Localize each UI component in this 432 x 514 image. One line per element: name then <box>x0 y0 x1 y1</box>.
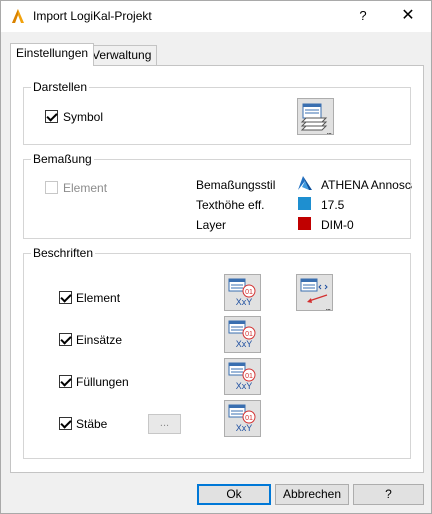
title-bar: Import LogiKal-Projekt ? ✕ <box>1 1 431 32</box>
label-settings-icon: 01 XxY <box>228 362 256 391</box>
element-label-settings-button[interactable]: 01 XxY <box>224 274 261 311</box>
symbol-label: Symbol <box>63 110 104 124</box>
tab-verwaltung[interactable]: Verwaltung <box>86 45 158 66</box>
staebe-label: Stäbe <box>76 417 108 431</box>
app-logo-icon <box>12 9 24 23</box>
group-bemassung: Bemaßung Element Bemaßungsstil ATHENA An… <box>23 152 412 239</box>
close-button[interactable]: ✕ <box>395 5 421 27</box>
label-position-more-dots: ... <box>325 302 330 312</box>
texthoehe-color-swatch <box>298 197 311 210</box>
svg-text:XxY: XxY <box>236 297 253 307</box>
texthoehe-value: 17.5 <box>321 198 345 212</box>
layer-label: Layer <box>196 218 227 232</box>
svg-text:01: 01 <box>245 331 253 338</box>
label-settings-icon: 01 XxY <box>228 320 256 349</box>
staebe-label-settings-button[interactable]: 01 XxY <box>224 400 261 437</box>
label-position-button[interactable]: ... <box>296 274 333 312</box>
texthoehe-label: Texthöhe eff. <box>196 198 265 212</box>
symbol-more-dots: ... <box>326 126 331 136</box>
bemassung-element-label: Element <box>63 181 108 195</box>
bemassungsstil-label: Bemaßungsstil <box>196 178 276 192</box>
einsaetze-label: Einsätze <box>76 333 123 347</box>
svg-text:01: 01 <box>245 373 253 380</box>
fuellungen-label-settings-button[interactable]: 01 XxY <box>224 358 261 395</box>
import-dialog: Import LogiKal-Projekt ? ✕ Einstellungen… <box>0 0 432 514</box>
svg-text:01: 01 <box>245 289 253 296</box>
dimension-style-icon <box>298 176 312 190</box>
fuellungen-checkbox[interactable] <box>59 375 72 388</box>
fuellungen-label: Füllungen <box>76 375 129 389</box>
staebe-more-button[interactable]: ... <box>148 414 181 434</box>
label-settings-icon: 01 XxY <box>228 278 256 307</box>
group-beschriften: Beschriften Element 01 XxY ... Einsätze … <box>23 246 411 459</box>
beschriften-element-label: Element <box>76 291 121 305</box>
einsaetze-label-settings-button[interactable]: 01 XxY <box>224 316 261 353</box>
staebe-checkbox[interactable] <box>59 417 72 430</box>
label-settings-icon: 01 XxY <box>228 404 256 433</box>
bemassungsstil-value: ATHENA Annoscale <box>321 178 412 192</box>
layer-value: DIM-0 <box>321 218 354 232</box>
group-darstellen: Darstellen Symbol ... <box>23 80 411 145</box>
cancel-button[interactable]: Abbrechen <box>275 484 349 505</box>
symbol-settings-button[interactable]: ... <box>297 98 334 136</box>
help-button[interactable]: ? <box>353 484 424 505</box>
einsaetze-checkbox[interactable] <box>59 333 72 346</box>
layer-color-swatch <box>298 217 311 230</box>
group-bemassung-title: Bemaßung <box>31 152 94 166</box>
group-beschriften-title: Beschriften <box>31 246 96 260</box>
group-darstellen-title: Darstellen <box>31 80 90 94</box>
svg-text:01: 01 <box>245 415 253 422</box>
window-title: Import LogiKal-Projekt <box>33 9 152 23</box>
ok-button[interactable]: Ok <box>197 484 271 505</box>
title-help-button[interactable]: ? <box>351 5 375 27</box>
symbol-checkbox[interactable] <box>45 110 58 123</box>
svg-text:XxY: XxY <box>236 423 253 433</box>
svg-text:XxY: XxY <box>236 381 253 391</box>
tab-einstellungen[interactable]: Einstellungen <box>10 43 95 66</box>
tab-panel-einstellungen: Darstellen Symbol ... Bemaßung Element B… <box>10 65 424 473</box>
bemassung-element-checkbox[interactable] <box>45 181 58 194</box>
svg-text:XxY: XxY <box>236 339 253 349</box>
beschriften-element-checkbox[interactable] <box>59 291 72 304</box>
